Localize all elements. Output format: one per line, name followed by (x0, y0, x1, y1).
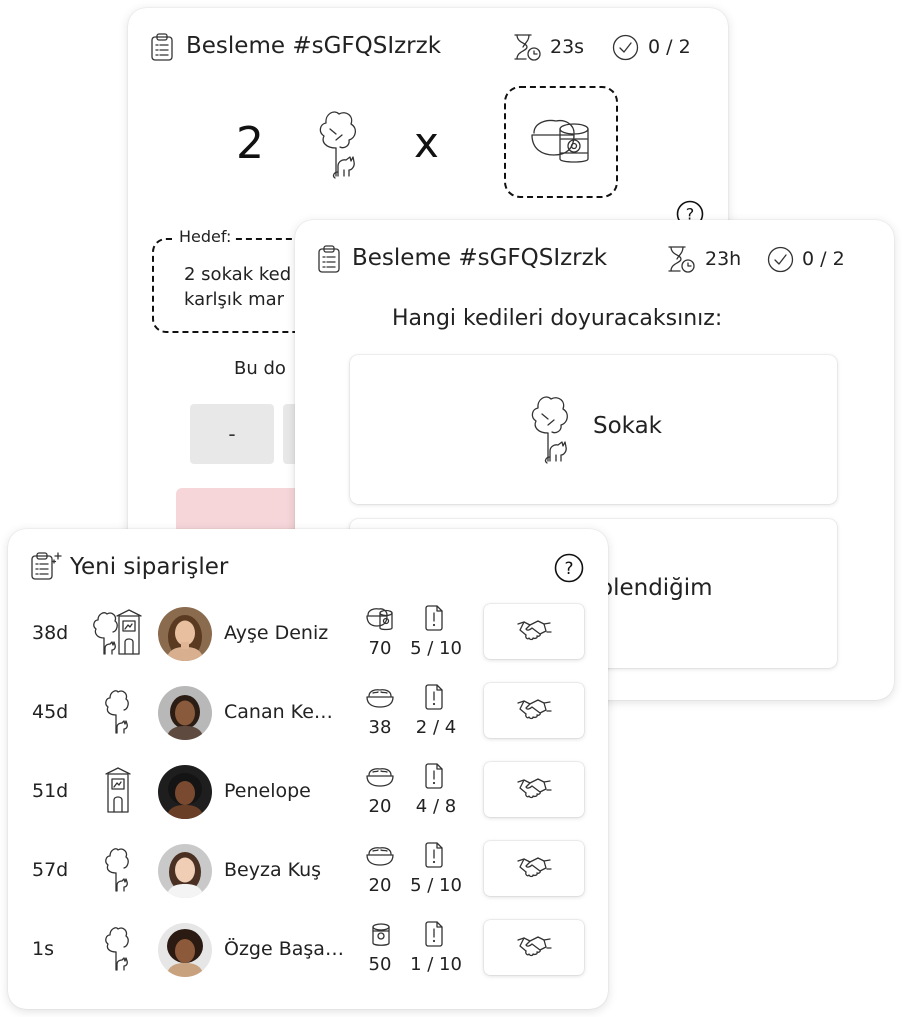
clipboard-sparkle-icon (30, 551, 64, 581)
order-age: 1s (32, 938, 54, 960)
order-slots: 2 / 4 (415, 717, 457, 738)
food-quantity: 20 (368, 796, 392, 817)
dry-food-icon (366, 766, 394, 788)
order-slots: 5 / 10 (410, 875, 462, 896)
food-quantity: 20 (368, 875, 392, 896)
mixed-food-icon (366, 606, 394, 632)
progress-count: 0 / 2 (802, 248, 845, 270)
svg-text:?: ? (564, 559, 573, 579)
customer-avatar (158, 686, 212, 740)
accept-order-button[interactable] (484, 920, 584, 975)
customer-name: Özge Başa… (224, 938, 344, 960)
order-slots: 5 / 10 (410, 638, 462, 659)
food-quantity: 70 (368, 638, 392, 659)
street-and-shelter-cat-icon (92, 608, 142, 656)
multiply-sign: x (414, 118, 439, 167)
decrease-button[interactable]: - (190, 404, 274, 464)
feeding-title: Besleme #sGFQSIzrzk (186, 33, 442, 59)
food-quantity: 50 (368, 954, 392, 975)
order-slots: 1 / 10 (410, 954, 462, 975)
alert-document-icon (424, 684, 444, 710)
goal-line-1: 2 sokak ked (184, 264, 292, 285)
help-icon[interactable]: ? (554, 553, 584, 583)
customer-avatar (158, 844, 212, 898)
cat-type-question: Hangi kedileri doyuracaksınız: (392, 306, 723, 331)
street-cat-icon (104, 687, 130, 735)
clipboard-icon (150, 32, 174, 62)
portion-quantity: 2 (236, 118, 264, 169)
alert-document-icon (424, 842, 444, 868)
hourglass-clock-icon (512, 32, 542, 62)
accept-order-button[interactable] (484, 683, 584, 738)
order-age: 45d (32, 701, 69, 723)
handshake-icon (516, 855, 552, 883)
street-cat-icon (104, 845, 130, 893)
option-street-cats[interactable]: Sokak (350, 355, 837, 504)
hourglass-clock-icon (666, 244, 696, 274)
check-circle-icon (612, 34, 639, 61)
customer-name: Penelope (224, 780, 311, 802)
alert-document-icon (424, 763, 444, 789)
customer-name: Beyza Kuş (224, 859, 322, 881)
handshake-icon (516, 618, 552, 646)
food-slot[interactable] (504, 86, 618, 198)
street-cat-icon (104, 924, 130, 972)
option-label: Sokak (593, 413, 662, 439)
new-orders-card: Yeni siparişler ? 38d Ayşe Deniz 70 5 / … (8, 529, 608, 1009)
order-row: 57d Beyza Kuş 20 5 / 10 (8, 841, 608, 901)
order-age: 38d (32, 622, 69, 644)
order-slots: 4 / 8 (415, 796, 457, 817)
orders-title: Yeni siparişler (70, 554, 229, 580)
clipboard-icon (317, 244, 341, 274)
time-left: 23s (550, 36, 585, 58)
order-age: 57d (32, 859, 69, 881)
customer-avatar (158, 765, 212, 819)
order-row: 45d Canan Ke… 38 2 / 4 (8, 683, 608, 743)
street-cat-icon (528, 389, 572, 465)
handshake-icon (516, 776, 552, 804)
customer-avatar (158, 923, 212, 977)
accept-order-button[interactable] (484, 604, 584, 659)
alert-document-icon (424, 605, 444, 631)
order-row: 1s Özge Başa… 50 1 / 10 (8, 920, 608, 980)
feeding-title: Besleme #sGFQSIzrzk (352, 245, 608, 271)
alert-document-icon (424, 921, 444, 947)
progress-count: 0 / 2 (648, 36, 691, 58)
customer-avatar (158, 607, 212, 661)
dry-food-icon (366, 687, 394, 709)
food-quantity: 38 (368, 717, 392, 738)
accept-order-button[interactable] (484, 762, 584, 817)
order-age: 51d (32, 780, 69, 802)
accept-order-button[interactable] (484, 841, 584, 896)
portion-prompt: Bu do (234, 358, 286, 379)
customer-name: Canan Ke… (224, 701, 333, 723)
mixed-food-icon (530, 115, 592, 169)
time-left: 23h (705, 248, 742, 270)
shelter-cat-icon (104, 766, 132, 814)
goal-legend: Hedef: (176, 227, 235, 246)
handshake-icon (516, 697, 552, 725)
street-cat-icon (316, 104, 360, 180)
check-circle-icon (767, 246, 794, 273)
goal-line-2: karlşık mar (184, 289, 285, 310)
option-label: olendiğim (599, 575, 713, 601)
can-food-icon (370, 922, 392, 948)
order-row: 51d Penelope 20 4 / 8 (8, 762, 608, 822)
dry-food-icon (366, 845, 394, 867)
customer-name: Ayşe Deniz (224, 622, 329, 644)
order-row: 38d Ayşe Deniz 70 5 / 10 (8, 604, 608, 664)
handshake-icon (516, 934, 552, 962)
